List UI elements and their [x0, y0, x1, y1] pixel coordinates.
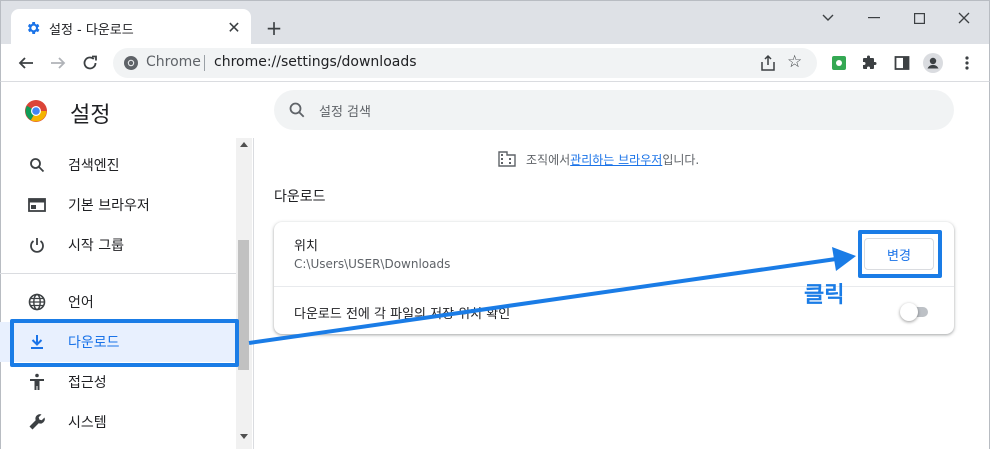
managed-suffix: 입니다. [662, 152, 700, 167]
settings-search-input[interactable]: 설정 검색 [274, 90, 954, 130]
scroll-up-arrow-icon[interactable] [240, 142, 248, 147]
page-title: 설정 [70, 103, 111, 128]
power-icon [26, 234, 48, 256]
search-icon [26, 154, 48, 176]
gear-icon [27, 22, 40, 34]
title-bar: 설정 - 다운로드 ✕ + [0, 0, 990, 46]
new-tab-button[interactable]: + [263, 16, 285, 40]
sidebar-item-default-browser[interactable]: 기본 브라우저 [0, 185, 236, 225]
address-bar[interactable]: Chrome chrome://settings/downloads ☆ [113, 48, 817, 78]
forward-icon[interactable] [46, 51, 70, 75]
sidebar-item-label: 기본 브라우저 [68, 198, 150, 214]
change-button-highlight-annotation [858, 230, 942, 278]
accessibility-icon [26, 371, 48, 393]
managed-browser-notice: 조직에서 관리하는 브라우저 입니다. [498, 150, 699, 168]
tab-settings-downloads[interactable]: 설정 - 다운로드 ✕ [11, 9, 251, 46]
tab-title: 설정 - 다운로드 [49, 23, 134, 38]
profile-avatar-icon[interactable] [923, 53, 943, 73]
chrome-logo-icon [25, 100, 47, 122]
click-annotation-label: 클릭 [804, 283, 845, 308]
settings-sidebar: 검색엔진 기본 브라우저 시작 그룹 언어 다운로드 접근성 시스템 [0, 138, 254, 449]
bookmark-star-icon[interactable]: ☆ [787, 53, 805, 71]
sidebar-item-search-engine[interactable]: 검색엔진 [0, 145, 236, 185]
sidebar-item-label: 접근성 [68, 375, 107, 391]
toggle-knob [900, 303, 918, 321]
sidebar-scrollbar[interactable] [236, 138, 252, 449]
window-close-icon[interactable] [949, 7, 979, 29]
sidebar-divider [0, 273, 236, 274]
downloads-section-title: 다운로드 [274, 189, 326, 205]
close-icon[interactable]: ✕ [225, 18, 243, 37]
sidebar-item-system[interactable]: 시스템 [0, 402, 236, 442]
omnibox-site-label: Chrome [146, 54, 201, 70]
browser-toolbar: Chrome chrome://settings/downloads ☆ [0, 44, 990, 82]
card-divider [274, 286, 954, 287]
wrench-icon [26, 411, 48, 433]
browser-icon [26, 194, 48, 216]
sidebar-item-label: 검색엔진 [68, 158, 120, 174]
side-panel-icon[interactable] [892, 53, 912, 73]
sidebar-item-label: 시작 그룹 [68, 238, 124, 254]
sidebar-item-languages[interactable]: 언어 [0, 282, 236, 322]
building-icon [498, 151, 516, 167]
scrollbar-thumb[interactable] [238, 240, 249, 370]
menu-kebab-icon[interactable] [957, 53, 977, 73]
ask-where-to-save-label: 다운로드 전에 각 파일의 저장 위치 확인 [294, 307, 511, 322]
search-placeholder: 설정 검색 [319, 105, 371, 120]
extension-green-icon[interactable] [829, 53, 849, 73]
reload-icon[interactable] [78, 51, 102, 75]
omnibox-separator [204, 55, 205, 71]
managed-prefix: 조직에서 [526, 152, 571, 167]
extensions-puzzle-icon[interactable] [860, 53, 880, 73]
chrome-icon [124, 56, 138, 70]
ask-where-to-save-toggle[interactable] [900, 303, 930, 321]
back-icon[interactable] [14, 51, 38, 75]
scroll-down-arrow-icon[interactable] [240, 434, 248, 439]
downloads-settings-card: 위치 C:\Users\USER\Downloads 변경 다운로드 전에 각 … [274, 222, 954, 334]
search-icon [289, 102, 305, 118]
sidebar-item-label: 시스템 [68, 415, 107, 431]
globe-icon [26, 291, 48, 313]
location-label: 위치 [294, 239, 318, 254]
downloads-highlight-annotation [10, 319, 239, 367]
location-value: C:\Users\USER\Downloads [294, 257, 451, 271]
minimize-icon[interactable] [859, 7, 889, 29]
maximize-icon[interactable] [904, 7, 934, 29]
sidebar-item-on-startup[interactable]: 시작 그룹 [0, 225, 236, 265]
omnibox-url[interactable]: chrome://settings/downloads [214, 54, 417, 70]
share-icon[interactable] [759, 54, 777, 72]
chevron-down-icon[interactable] [813, 7, 843, 29]
managed-browser-link[interactable]: 관리하는 브라우저 [570, 151, 662, 168]
sidebar-item-label: 언어 [68, 295, 94, 311]
sidebar-item-accessibility[interactable]: 접근성 [0, 362, 236, 402]
